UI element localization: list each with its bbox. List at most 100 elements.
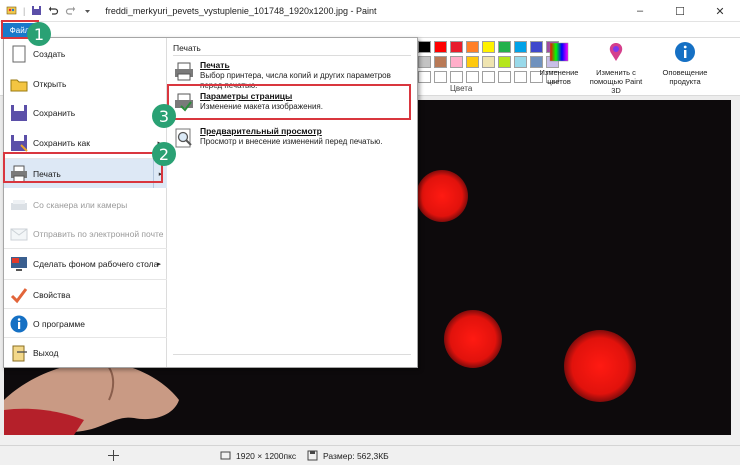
file-menu-item[interactable]: Свойства [4,280,167,309]
minimize-button[interactable]: – [620,0,660,22]
file-menu-item-label: Сохранить как [33,137,90,148]
page-setup-option[interactable]: Параметры страницы Изменение макета изоб… [169,88,413,118]
divider: | [23,5,26,16]
color-swatch[interactable] [514,71,527,83]
file-menu-item-label: Выход [33,347,59,358]
title-bar: | freddi_merkyuri_pevets_vystuplenie_101… [0,0,740,22]
undo-icon[interactable] [48,5,59,16]
color-swatch[interactable] [514,41,527,53]
new-file-icon [12,45,26,62]
file-menu-item-label: Печать [33,168,61,179]
colors-group-label: Цвета [450,84,473,93]
divider [173,354,411,355]
vertical-scrollbar[interactable] [731,100,740,445]
page-setup-desc: Изменение макета изображения. [200,102,323,111]
file-menu-item[interactable]: Сохранить как▸ [4,128,167,157]
file-menu-item-label: Сохранить [33,107,76,118]
maximize-button[interactable]: ☐ [660,0,700,22]
color-swatch[interactable] [498,71,511,83]
close-button[interactable]: ✕ [700,0,740,22]
color-swatch[interactable] [434,56,447,68]
print-preview-title: Предварительный просмотр [200,126,322,136]
color-swatch[interactable] [466,41,479,53]
color-swatch[interactable] [466,56,479,68]
file-menu-item-label: Открыть [33,78,67,89]
step-badge-3: 3 [152,104,176,128]
submenu-arrow-icon[interactable]: ▸ [157,260,161,268]
magnifier-icon [175,128,192,148]
disk-icon [307,450,318,461]
color-swatch[interactable] [450,56,463,68]
printer-icon [11,165,27,182]
file-menu: СоздатьОткрытьСохранитьСохранить как▸Печ… [3,37,418,368]
color-swatch[interactable] [418,71,431,83]
file-menu-item[interactable]: Сделать фоном рабочего стола ▸ [4,249,167,278]
print-preview-desc: Просмотр и внесение изменений перед печа… [200,137,383,146]
file-menu-item[interactable]: Выход [4,338,167,367]
window-controls: – ☐ ✕ [620,0,740,22]
scanner-icon [11,199,27,210]
product-alert-button[interactable]: Оповещение продукта [660,41,710,86]
file-menu-item-label: Отправить по электронной почте [33,228,164,239]
window-title: freddi_merkyuri_pevets_vystuplenie_10174… [105,5,377,16]
edit-colors-button[interactable]: Изменение цветов [538,41,580,86]
file-menu-item-label: Со сканера или камеры [33,199,128,210]
save-icon[interactable] [31,5,42,16]
step-badge-2: 2 [152,142,176,166]
divider [4,337,167,338]
customize-toolbar-icon[interactable] [82,5,93,16]
stage-light [416,170,468,222]
color-swatch[interactable] [482,71,495,83]
color-swatch[interactable] [514,56,527,68]
color-swatch[interactable] [450,71,463,83]
file-size-text: Размер: 562,3КБ [323,450,389,461]
file-menu-item[interactable]: Открыть [4,69,167,98]
horizontal-scrollbar[interactable] [0,435,731,445]
stage-light [564,330,636,402]
file-menu-item-label: Сделать фоном рабочего стола [33,258,159,269]
color-swatch[interactable] [482,41,495,53]
crosshair-icon [108,450,119,461]
desktop-icon [11,256,27,271]
file-menu-item[interactable]: Сохранить [4,98,167,127]
dimensions-text: 1920 × 1200пкс [236,450,297,461]
paint3d-label: Изменить с помощью Paint 3D [589,68,643,95]
info-icon [10,315,28,332]
file-menu-list: СоздатьОткрытьСохранитьСохранить как▸Печ… [4,38,167,367]
redo-icon[interactable] [65,5,76,16]
paint3d-button[interactable]: Изменить с помощью Paint 3D [588,41,644,95]
color-swatch[interactable] [434,41,447,53]
file-menu-item-label: Создать [33,48,66,59]
color-swatch[interactable] [498,41,511,53]
color-swatch[interactable] [482,56,495,68]
file-menu-item[interactable]: О программе [4,309,167,338]
color-swatch[interactable] [418,41,431,53]
paint3d-icon [609,43,623,61]
open-folder-icon [10,79,28,91]
step-badge-1: 1 [27,22,51,46]
color-swatch[interactable] [498,56,511,68]
email-icon [10,228,28,240]
color-swatch[interactable] [466,71,479,83]
divider [4,158,167,159]
file-menu-item-label: О программе [33,318,86,329]
cursor-position [108,450,119,461]
printer-icon [175,62,193,81]
print-submenu-title: Печать [173,43,201,53]
file-menu-item: Со сканера или камеры [4,190,167,219]
exit-icon [12,345,27,361]
color-swatch[interactable] [434,71,447,83]
file-menu-item[interactable]: Печать ▸ [4,159,167,188]
stage-light [444,310,502,368]
file-menu-item-label: Свойства [33,289,71,300]
file-menu-item[interactable]: Создать [4,39,167,68]
print-option[interactable]: Печать Выбор принтера, числа копий и дру… [169,57,413,90]
color-swatch[interactable] [418,56,431,68]
page-setup-title: Параметры страницы [200,91,293,101]
checkmark-icon [10,287,28,303]
print-preview-option[interactable]: Предварительный просмотр Просмотр и внес… [169,123,413,153]
divider [4,308,167,309]
color-swatch[interactable] [450,41,463,53]
page-setup-icon [175,93,193,112]
file-size: Размер: 562,3КБ [307,450,389,461]
